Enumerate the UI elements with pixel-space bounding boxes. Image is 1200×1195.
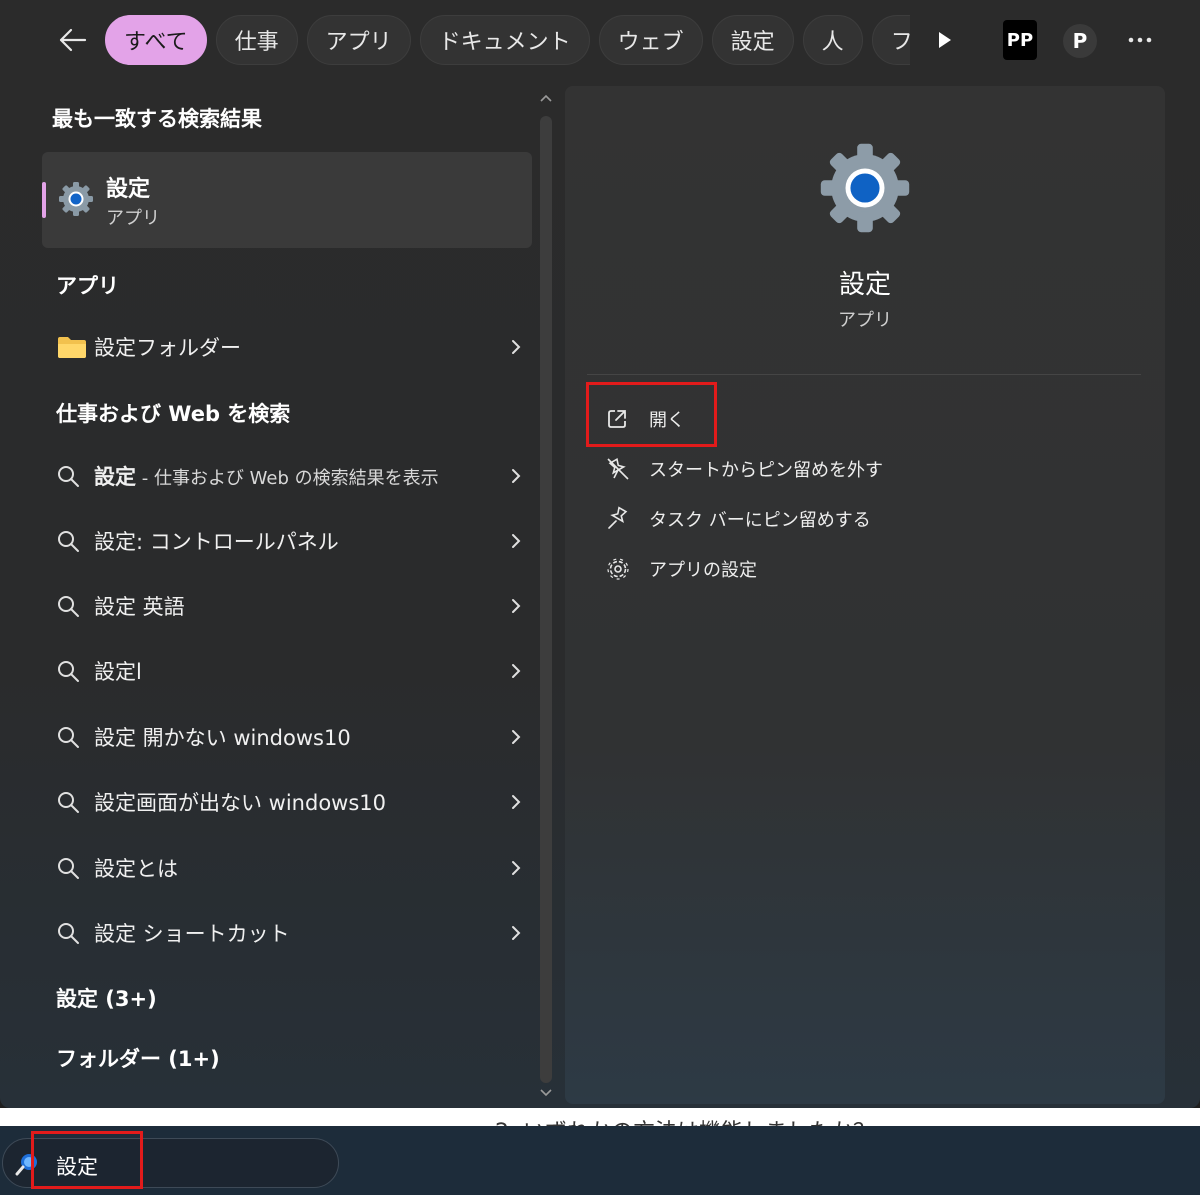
best-match-type: アプリ [106, 208, 160, 229]
action-label: タスク バーにピン留めする [649, 510, 871, 531]
search-icon [56, 656, 94, 686]
results-list: 最も一致する検索結果 設定 アプリ アプリ 設定フォルダー 仕事および Web … [0, 85, 535, 1108]
action-app-settings[interactable]: アプリの設定 [605, 549, 757, 589]
chevron-right-icon [506, 526, 526, 556]
search-icon [56, 461, 94, 491]
search-icon [56, 591, 94, 621]
action-label: スタートからピン留めを外す [649, 460, 883, 481]
account-avatar-pp[interactable]: PP [1003, 20, 1037, 60]
detail-divider [587, 374, 1141, 375]
settings-gear-icon [59, 182, 93, 216]
detail-app-type: アプリ [838, 310, 892, 331]
detail-pane: 設定 アプリ 開く スタートからピン留めを外す タスク バーにピン留めする アプ… [565, 86, 1165, 1104]
action-label: アプリの設定 [649, 560, 757, 581]
chevron-right-icon [506, 853, 526, 883]
settings-gear-icon [820, 143, 910, 233]
unpin-icon [605, 454, 649, 484]
filter-chip-people[interactable]: 人 [802, 15, 863, 65]
list-item-label: 設定 開かない windows10 [94, 726, 351, 750]
selection-indicator [42, 182, 46, 218]
web-result[interactable]: 設定画面が出ない windows10 [56, 777, 526, 827]
chevron-right-icon [506, 332, 526, 362]
search-term: 設定 [94, 465, 136, 489]
scroll-thumb[interactable] [540, 116, 552, 1083]
filter-chip-work[interactable]: 仕事 [215, 15, 298, 65]
more-options-button[interactable] [1120, 22, 1160, 58]
chevron-right-icon [506, 461, 526, 491]
filter-bar: すべて 仕事 アプリ ドキュメント ウェブ 設定 人 フォルダー PP P [0, 0, 1200, 80]
list-item-label: 設定画面が出ない windows10 [94, 791, 387, 815]
list-item-label: 設定 ショートカット [94, 922, 290, 946]
taskbar: 設定 [0, 1126, 1200, 1195]
web-result[interactable]: 設定とは [56, 843, 526, 893]
list-item-label: 設定 英語 [94, 595, 185, 619]
account-avatar-p[interactable]: P [1063, 24, 1097, 58]
web-result[interactable]: 設定: コントロールパネル [56, 516, 526, 566]
folder-icon [56, 332, 94, 362]
list-item-label: 設定l [94, 660, 142, 684]
detail-app-name: 設定 [838, 270, 891, 300]
settings-group-heading[interactable]: 設定 (3+) [56, 983, 157, 1013]
more-filters-button[interactable] [925, 20, 965, 60]
best-match-item[interactable]: 設定 アプリ [42, 152, 532, 248]
list-item-label: 設定とは [94, 857, 178, 881]
highlight-box-open [586, 382, 717, 447]
search-icon [56, 918, 94, 948]
filter-chip-settings[interactable]: 設定 [711, 15, 794, 65]
folders-group-heading[interactable]: フォルダー (1+) [56, 1043, 220, 1073]
filter-chips: すべて 仕事 アプリ ドキュメント ウェブ 設定 人 フォルダー [105, 15, 910, 65]
web-result[interactable]: 設定l [56, 646, 526, 696]
list-item-label: 設定: コントロールパネル [94, 530, 339, 554]
scroll-up-button[interactable] [535, 88, 557, 108]
highlight-box-search [31, 1131, 143, 1189]
app-result-settings-folder[interactable]: 設定フォルダー [56, 322, 526, 372]
filter-chip-folders[interactable]: フォルダー [871, 15, 910, 65]
results-scrollbar[interactable] [535, 88, 557, 1103]
scroll-down-button[interactable] [535, 1083, 557, 1103]
search-icon [56, 787, 94, 817]
web-result[interactable]: 設定 ショートカット [56, 908, 526, 958]
chevron-down-icon [540, 1089, 552, 1097]
list-item-label: 設定 - 仕事および Web の検索結果を表示 [94, 461, 506, 491]
web-search-heading: 仕事および Web を検索 [56, 402, 291, 426]
search-icon [56, 722, 94, 752]
back-button[interactable] [52, 20, 92, 60]
filter-chip-all[interactable]: すべて [105, 15, 207, 65]
ellipsis-icon [1128, 37, 1152, 43]
chevron-right-icon [506, 722, 526, 752]
best-match-title: 設定 [106, 177, 151, 202]
search-suffix: - 仕事および Web の検索結果を表示 [136, 468, 439, 489]
search-icon [56, 853, 94, 883]
arrow-left-icon [59, 28, 87, 52]
chevron-right-icon [506, 787, 526, 817]
filter-chip-web[interactable]: ウェブ [598, 15, 703, 65]
best-match-heading: 最も一致する検索結果 [52, 107, 262, 131]
list-item-label: 設定フォルダー [94, 336, 241, 360]
chevron-right-icon [506, 656, 526, 686]
play-icon [939, 32, 951, 48]
web-result[interactable]: 設定 英語 [56, 581, 526, 631]
filter-chip-apps[interactable]: アプリ [306, 15, 411, 65]
web-result-show-all[interactable]: 設定 - 仕事および Web の検索結果を表示 [56, 451, 526, 501]
apps-heading: アプリ [56, 274, 119, 298]
action-pin-taskbar[interactable]: タスク バーにピン留めする [605, 499, 871, 539]
search-icon [56, 526, 94, 556]
pin-icon [605, 504, 649, 534]
filter-chip-documents[interactable]: ドキュメント [419, 15, 590, 65]
action-unpin-start[interactable]: スタートからピン留めを外す [605, 449, 883, 489]
chevron-up-icon [540, 94, 552, 102]
search-panel: すべて 仕事 アプリ ドキュメント ウェブ 設定 人 フォルダー PP P 最も… [0, 0, 1200, 1108]
web-result[interactable]: 設定 開かない windows10 [56, 712, 526, 762]
gear-outline-icon [605, 554, 649, 584]
chevron-right-icon [506, 591, 526, 621]
chevron-right-icon [506, 918, 526, 948]
